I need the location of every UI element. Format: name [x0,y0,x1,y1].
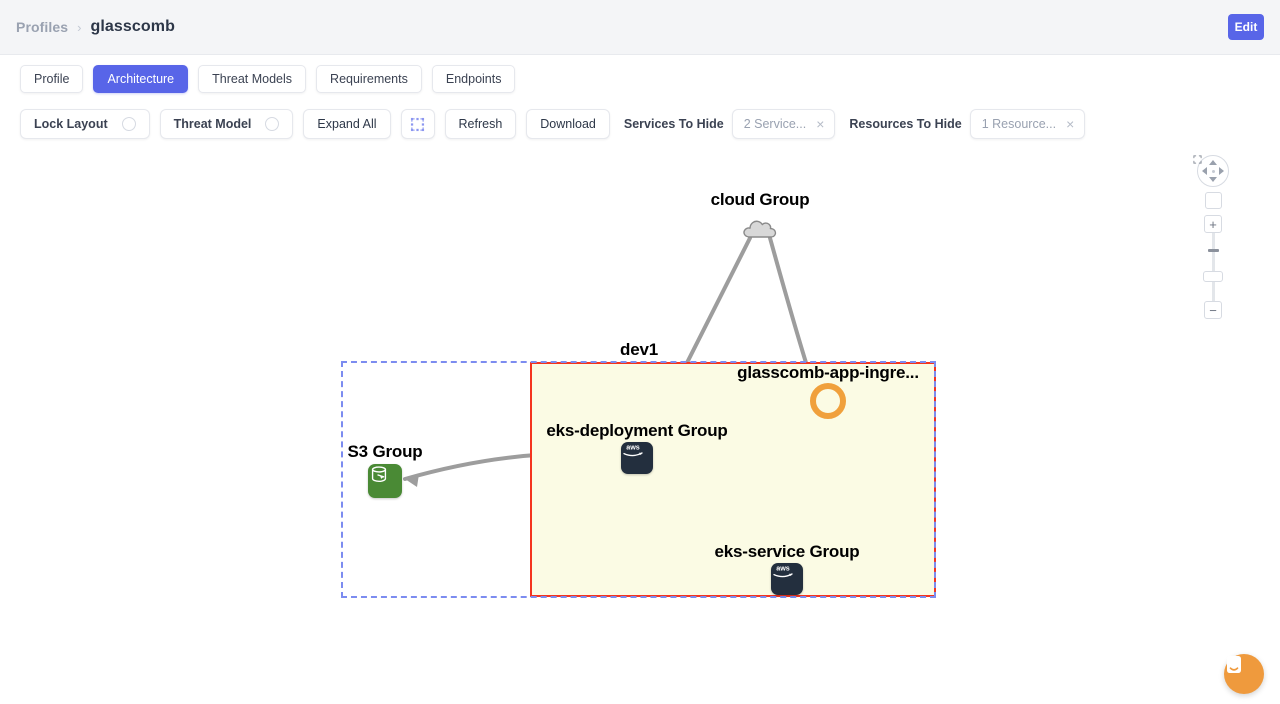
lock-layout-toggle[interactable]: Lock Layout [20,109,150,139]
node-label-s3-group: S3 Group [347,442,423,461]
refresh-button[interactable]: Refresh [444,109,517,139]
tab-bar: Profile Architecture Threat Models Requi… [0,55,1280,102]
pan-down-icon[interactable] [1209,177,1217,182]
resources-to-hide-select[interactable]: 1 Resource... × [969,109,1086,139]
lock-layout-toggle-circle-icon[interactable] [121,117,136,131]
expand-all-button[interactable]: Expand All [303,109,391,139]
pan-left-icon[interactable] [1202,167,1207,175]
breadcrumb-current: glasscomb [90,18,175,35]
group-label-dev1: dev1 [620,340,658,359]
resources-to-hide-value: 1 Resource... [981,117,1057,131]
chevron-right-icon: › [77,19,82,35]
svg-text:aws: aws [776,563,790,572]
chat-face-icon [1227,656,1241,673]
node-label-eks-deployment: eks-deployment Group [546,421,728,440]
architecture-diagram-canvas[interactable]: cloud Group dev1 glasscomb-app-ingre... … [0,146,1280,704]
threat-model-toggle[interactable]: Threat Model [159,109,294,139]
chat-launcher-button[interactable] [1224,654,1264,694]
fit-to-frame-icon [410,117,425,131]
services-to-hide-select[interactable]: 2 Service... × [731,109,836,139]
tab-requirements[interactable]: Requirements [316,64,422,93]
pan-up-icon[interactable] [1209,160,1217,165]
breadcrumb-profiles-link[interactable]: Profiles [16,19,68,35]
svg-text:aws: aws [626,442,640,451]
group-box-dev1[interactable] [341,361,936,598]
bucket-glyph-icon [371,466,387,483]
zoom-slider-track[interactable] [1203,233,1223,301]
threat-model-label: Threat Model [173,117,252,131]
node-label-cloud-group: cloud Group [710,190,810,209]
ring-icon[interactable] [810,383,846,419]
aws-logo-icon: aws [623,442,643,457]
services-to-hide-label: Services To Hide [623,117,724,131]
zoom-slider-handle[interactable] [1203,271,1223,282]
fit-to-frame-button[interactable] [400,109,435,139]
zoom-out-button[interactable]: − [1204,301,1222,319]
pan-right-icon[interactable] [1219,167,1224,175]
node-label-ingress: glasscomb-app-ingre... [737,363,919,382]
resources-to-hide-label: Resources To Hide [849,117,962,131]
s3-bucket-icon[interactable] [368,464,402,498]
tab-endpoints[interactable]: Endpoints [431,64,516,93]
download-button[interactable]: Download [526,109,610,139]
lock-layout-label: Lock Layout [34,117,108,131]
tab-profile[interactable]: Profile [20,64,84,93]
node-label-eks-service: eks-service Group [714,542,860,561]
pan-center-icon[interactable] [1211,169,1215,173]
aws-icon-eks-service[interactable]: aws [771,563,803,595]
aws-icon-eks-deployment[interactable]: aws [621,442,653,474]
control-bar: Lock Layout Threat Model Expand All Refr… [0,102,1280,146]
pan-zoom-widget: + − [1193,155,1233,319]
threat-model-toggle-circle-icon[interactable] [265,117,280,131]
tab-architecture[interactable]: Architecture [93,64,189,93]
clear-services-icon[interactable]: × [814,117,826,131]
zoom-slider-tick [1207,249,1219,252]
zoom-fit-button[interactable] [1193,155,1222,209]
zoom-in-button[interactable]: + [1204,215,1222,233]
services-to-hide-value: 2 Service... [743,117,807,131]
breadcrumb: Profiles › glasscomb [0,18,175,36]
expand-corners-icon [1193,155,1202,164]
clear-resources-icon[interactable]: × [1064,117,1076,131]
top-bar: Profiles › glasscomb Edit [0,0,1280,55]
aws-logo-icon: aws [773,563,793,578]
tab-threat-models[interactable]: Threat Models [198,64,307,93]
edit-button[interactable]: Edit [1228,14,1264,40]
